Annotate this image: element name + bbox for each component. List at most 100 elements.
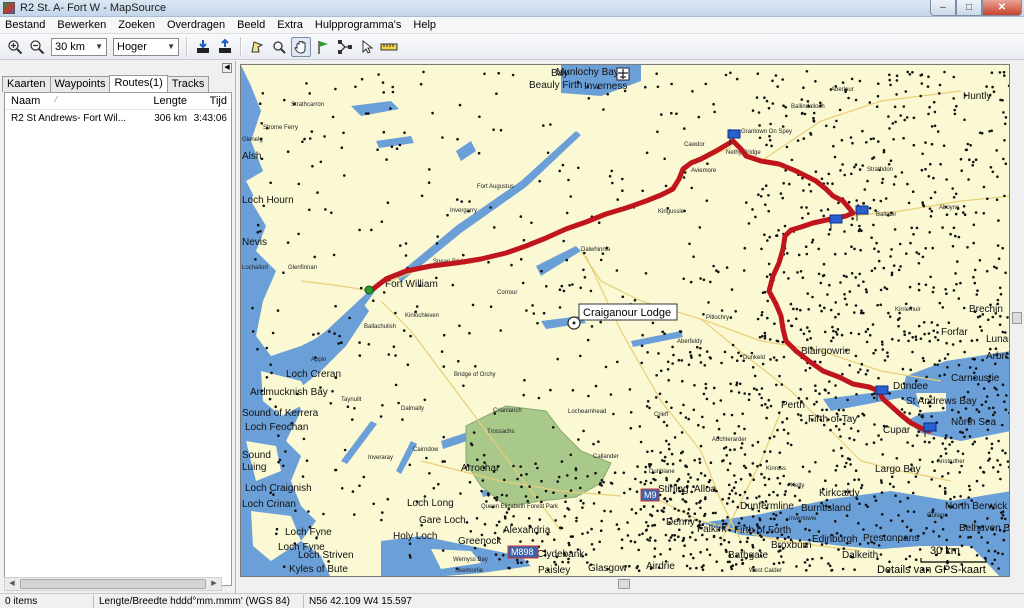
menu-zoeken[interactable]: Zoeken [112, 19, 161, 31]
poi-dot [839, 281, 842, 284]
poi-dot [763, 96, 766, 99]
poi-dot [765, 143, 768, 147]
poi-dot [971, 164, 974, 167]
panel-horizontal-scrollbar[interactable]: ◀ ▶ [4, 577, 222, 591]
poi-dot [881, 348, 885, 351]
poi-dot [837, 312, 840, 316]
menu-beeld[interactable]: Beeld [231, 19, 271, 31]
send-to-device-icon[interactable] [215, 37, 235, 57]
tab-waypoints[interactable]: Waypoints [49, 76, 111, 92]
scroll-left-icon[interactable]: ◀ [5, 578, 19, 590]
poi-dot [442, 333, 446, 337]
poi-dot [923, 440, 927, 444]
poi-dot [404, 254, 408, 257]
route-line[interactable] [370, 138, 932, 434]
poi-dot [634, 477, 637, 481]
poi-dot [843, 465, 847, 469]
poi-dot [599, 529, 603, 532]
poi-dot [511, 73, 515, 77]
poi-dot [705, 350, 709, 353]
map-vertical-scrollbar[interactable] [1010, 64, 1024, 577]
poi-dot [795, 565, 798, 568]
menu-bewerken[interactable]: Bewerken [51, 19, 112, 31]
poi-dot [834, 315, 837, 319]
poi-dot [795, 307, 799, 311]
scroll-thumb[interactable] [618, 579, 630, 589]
column-header-name[interactable]: Naam ⁄ [5, 95, 137, 107]
distance-tool-icon[interactable] [379, 37, 399, 57]
poi-dot [809, 131, 812, 135]
route-start-marker[interactable] [364, 285, 374, 295]
poi-dot [959, 157, 963, 161]
tab-routes[interactable]: Routes(1) [109, 75, 168, 92]
receive-from-device-icon[interactable] [193, 37, 213, 57]
poi-dot [848, 290, 852, 293]
poi-dot [268, 397, 272, 401]
poi-dot [919, 94, 922, 98]
poi-dot [904, 90, 908, 93]
poi-dot [351, 418, 354, 421]
poi-dot [693, 459, 696, 462]
poi-dot [856, 429, 860, 433]
scroll-thumb[interactable] [1012, 312, 1022, 324]
menu-extra[interactable]: Extra [271, 19, 309, 31]
poi-dot [922, 531, 925, 535]
tab-tracks[interactable]: Tracks [166, 76, 210, 92]
route-tool-icon[interactable] [335, 37, 355, 57]
poi-dot [532, 312, 536, 315]
detail-level-select[interactable]: Hoger ▼ [113, 37, 179, 56]
select-icon[interactable] [247, 37, 267, 57]
poi-dot [660, 509, 664, 512]
poi-dot [540, 479, 543, 483]
hand-tool-icon[interactable] [291, 36, 311, 57]
zoom-out-icon[interactable] [27, 37, 47, 57]
poi-dot [993, 265, 996, 269]
route-flag-icon[interactable] [829, 214, 843, 229]
poi-dot [858, 224, 861, 228]
zoom-in-icon[interactable] [5, 37, 25, 57]
poi-dot [620, 538, 624, 541]
menu-help[interactable]: Help [407, 19, 442, 31]
poi-dot [372, 299, 375, 303]
collapse-panel-icon[interactable]: ◀ [222, 63, 232, 73]
map-callout[interactable]: Craiganour Lodge [567, 303, 678, 330]
poi-dot [933, 124, 937, 128]
tab-kaarten[interactable]: Kaarten [2, 76, 51, 92]
poi-dot [982, 185, 986, 189]
close-button[interactable]: ✕ [982, 0, 1022, 16]
poi-dot [705, 548, 709, 551]
poi-dot [755, 388, 758, 392]
column-header-time[interactable]: Tijd [187, 95, 231, 107]
zoom-tool-icon[interactable] [269, 37, 289, 57]
poi-dot [682, 277, 685, 281]
map-view[interactable]: Strathcarron Strome Ferry Glenelg Fort Augu… [240, 64, 1010, 577]
maximize-button[interactable]: □ [956, 0, 982, 16]
poi-dot [967, 536, 970, 539]
table-row[interactable]: R2 St Andrews- Fort Wil... 306 km 3:43:0… [5, 110, 231, 126]
map-horizontal-scrollbar[interactable] [240, 577, 1010, 591]
zoom-scale-select[interactable]: 30 km ▼ [51, 37, 107, 56]
poi-dot [651, 321, 655, 325]
poi-dot [806, 338, 809, 342]
waypoint-tool-icon[interactable] [313, 37, 333, 57]
map-canvas[interactable]: StrathcarronStrome FerryGlenelgFort Augu… [241, 65, 1010, 577]
minimize-button[interactable]: – [930, 0, 956, 16]
poi-dot [660, 113, 663, 116]
poi-dot [889, 255, 892, 258]
poi-dot [592, 548, 596, 551]
poi-dot [999, 463, 1002, 467]
scroll-thumb[interactable] [20, 579, 206, 589]
poi-dot [482, 453, 486, 457]
route-flag-icon[interactable] [855, 205, 869, 221]
menu-overdragen[interactable]: Overdragen [161, 19, 231, 31]
scroll-right-icon[interactable]: ▶ [207, 578, 221, 590]
town-label: Fort Augustus [477, 184, 514, 190]
pointer-tool-icon[interactable] [357, 37, 377, 57]
town-label: Dalwhinnie [581, 247, 611, 253]
poi-dot [796, 271, 799, 274]
poi-dot [761, 362, 765, 366]
column-header-length[interactable]: Lengte [137, 95, 187, 107]
menu-hulpprogrammas[interactable]: Hulpprogramma's [309, 19, 407, 31]
menu-bestand[interactable]: Bestand [0, 19, 51, 31]
poi-dot [483, 522, 487, 526]
